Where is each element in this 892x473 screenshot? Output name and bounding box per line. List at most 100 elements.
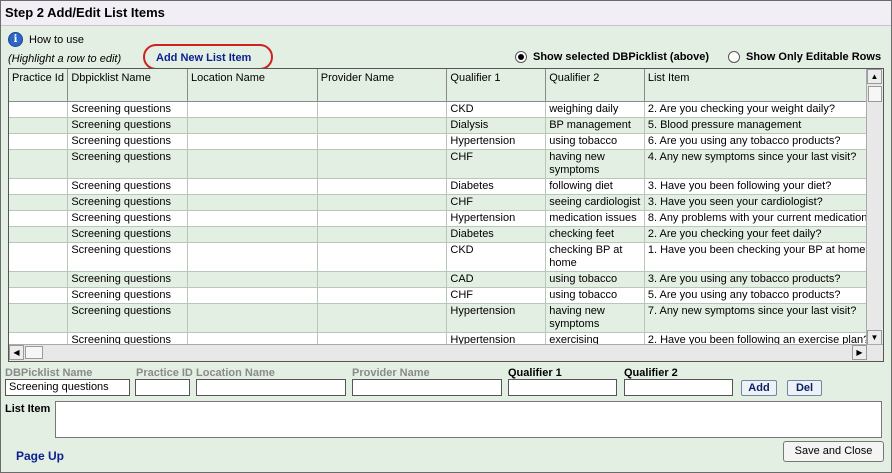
table-row[interactable]: Screening questions CHF having new symptom… — [9, 149, 883, 179]
scroll-down-icon[interactable]: ▼ — [867, 330, 882, 345]
cell-qualifier-1: Hypertension — [446, 210, 547, 227]
column-header-list-item[interactable]: List Item — [644, 69, 883, 102]
list-items-grid: Practice Id Dbpicklist Name Location Nam… — [8, 68, 884, 362]
table-row[interactable]: Screening questions CKD weighing daily 2. A… — [9, 101, 883, 118]
cell-qualifier-1: CHF — [446, 149, 547, 179]
cell-qualifier-2: BP management — [545, 117, 645, 134]
column-header-practice-id[interactable]: Practice Id — [9, 69, 69, 102]
cell-list-item: 1. Have you been checking your BP at hom… — [644, 242, 883, 272]
cell-location-name — [187, 117, 318, 134]
page-up-link[interactable]: Page Up — [16, 449, 64, 463]
table-row[interactable]: Screening questions Hypertension medicatio… — [9, 210, 883, 227]
cell-practice-id — [9, 271, 69, 288]
cell-qualifier-2: checking BP at home — [545, 242, 645, 272]
scroll-right-icon[interactable]: ▶ — [852, 345, 867, 360]
list-item-textarea[interactable] — [55, 401, 882, 438]
radio-show-editable-rows[interactable]: Show Only Editable Rows — [728, 51, 881, 63]
add-new-list-item-link[interactable]: Add New List Item — [156, 52, 251, 64]
vertical-scrollbar[interactable]: ▲ ▼ — [866, 69, 883, 345]
cell-practice-id — [9, 226, 69, 243]
practice-id-label: Practice ID — [136, 367, 193, 379]
cell-list-item: 3. Have you been following your diet? — [644, 178, 883, 195]
column-header-location-name[interactable]: Location Name — [187, 69, 318, 102]
cell-list-item: 4. Any new symptoms since your last visi… — [644, 149, 883, 179]
list-item-label: List Item — [5, 403, 51, 415]
cell-dbpicklist-name: Screening questions — [67, 287, 188, 304]
cell-qualifier-2: using tobacco — [545, 133, 645, 150]
save-and-close-button[interactable]: Save and Close — [783, 441, 884, 462]
cell-dbpicklist-name: Screening questions — [67, 133, 188, 150]
cell-list-item: 7. Any new symptoms since your last visi… — [644, 303, 883, 333]
table-header-row: Practice Id Dbpicklist Name Location Nam… — [9, 69, 883, 102]
window-title: Step 2 Add/Edit List Items — [5, 5, 165, 20]
column-header-provider-name[interactable]: Provider Name — [317, 69, 448, 102]
cell-practice-id — [9, 287, 69, 304]
cell-location-name — [187, 194, 318, 211]
table-row[interactable]: Screening questions Hypertension using tob… — [9, 133, 883, 150]
title-bar: Step 2 Add/Edit List Items — [1, 1, 891, 26]
cell-provider-name — [317, 101, 448, 118]
cell-qualifier-1: Dialysis — [446, 117, 547, 134]
radio-show-selected-dbpicklist[interactable]: Show selected DBPicklist (above) — [515, 51, 709, 63]
qualifier-2-field[interactable] — [624, 379, 733, 396]
table-row[interactable]: Screening questions CHF using tobacco 5. Ar… — [9, 287, 883, 304]
location-name-field[interactable] — [196, 379, 346, 396]
radio-selected-icon — [515, 51, 527, 63]
cell-qualifier-1: Hypertension — [446, 133, 547, 150]
cell-dbpicklist-name: Screening questions — [67, 149, 188, 179]
vertical-scroll-thumb[interactable] — [868, 86, 882, 102]
del-button[interactable]: Del — [787, 380, 822, 396]
scroll-left-icon[interactable]: ◀ — [9, 345, 24, 360]
provider-name-field[interactable] — [352, 379, 502, 396]
table-row[interactable]: Screening questions Dialysis BP management… — [9, 117, 883, 134]
column-header-qualifier-1[interactable]: Qualifier 1 — [446, 69, 547, 102]
cell-practice-id — [9, 178, 69, 195]
cell-dbpicklist-name: Screening questions — [67, 210, 188, 227]
cell-list-item: 8. Any problems with your current medica… — [644, 210, 883, 227]
cell-qualifier-1: CKD — [446, 101, 547, 118]
cell-dbpicklist-name: Screening questions — [67, 303, 188, 333]
cell-provider-name — [317, 178, 448, 195]
cell-list-item: 3. Have you seen your cardiologist? — [644, 194, 883, 211]
horizontal-scrollbar[interactable]: ◀ ▶ — [9, 344, 883, 361]
provider-name-label: Provider Name — [352, 367, 430, 379]
table-row[interactable]: Screening questions Hypertension having ne… — [9, 303, 883, 333]
cell-location-name — [187, 210, 318, 227]
cell-qualifier-1: Diabetes — [446, 178, 547, 195]
table-row[interactable]: Screening questions Diabetes following die… — [9, 178, 883, 195]
add-new-list-item-highlight: Add New List Item — [143, 44, 273, 70]
cell-location-name — [187, 226, 318, 243]
list-items-table: Practice Id Dbpicklist Name Location Nam… — [9, 69, 883, 349]
column-header-dbpicklist-name[interactable]: Dbpicklist Name — [67, 69, 188, 102]
cell-qualifier-1: CHF — [446, 194, 547, 211]
table-row[interactable]: Screening questions CAD using tobacco 3. Ar… — [9, 271, 883, 288]
practice-id-field[interactable] — [135, 379, 190, 396]
cell-location-name — [187, 101, 318, 118]
cell-list-item: 2. Are you checking your feet daily? — [644, 226, 883, 243]
cell-location-name — [187, 287, 318, 304]
qualifier-1-field[interactable] — [508, 379, 617, 396]
cell-provider-name — [317, 303, 448, 333]
qualifier-2-label: Qualifier 2 — [624, 367, 678, 379]
table-row[interactable]: Screening questions Diabetes checking feet… — [9, 226, 883, 243]
cell-qualifier-2: weighing daily — [545, 101, 645, 118]
dbpicklist-name-field[interactable]: Screening questions — [5, 379, 130, 396]
cell-qualifier-2: having new symptoms — [545, 303, 645, 333]
table-row[interactable]: Screening questions CKD checking BP at hom… — [9, 242, 883, 272]
cell-qualifier-2: using tobacco — [545, 287, 645, 304]
cell-qualifier-2: following diet — [545, 178, 645, 195]
add-button[interactable]: Add — [741, 380, 777, 396]
table-row[interactable]: Screening questions CHF seeing cardiologis… — [9, 194, 883, 211]
cell-provider-name — [317, 242, 448, 272]
column-header-qualifier-2[interactable]: Qualifier 2 — [545, 69, 645, 102]
cell-qualifier-1: Hypertension — [446, 303, 547, 333]
horizontal-scroll-thumb[interactable] — [25, 346, 43, 359]
radio-show-editable-label: Show Only Editable Rows — [746, 51, 882, 63]
how-to-use-label: How to use — [29, 33, 85, 46]
cell-dbpicklist-name: Screening questions — [67, 242, 188, 272]
how-to-use-link[interactable]: i How to use — [8, 32, 84, 47]
scroll-up-icon[interactable]: ▲ — [867, 69, 882, 84]
cell-practice-id — [9, 117, 69, 134]
cell-list-item: 3. Are you using any tobacco products? — [644, 271, 883, 288]
cell-practice-id — [9, 242, 69, 272]
